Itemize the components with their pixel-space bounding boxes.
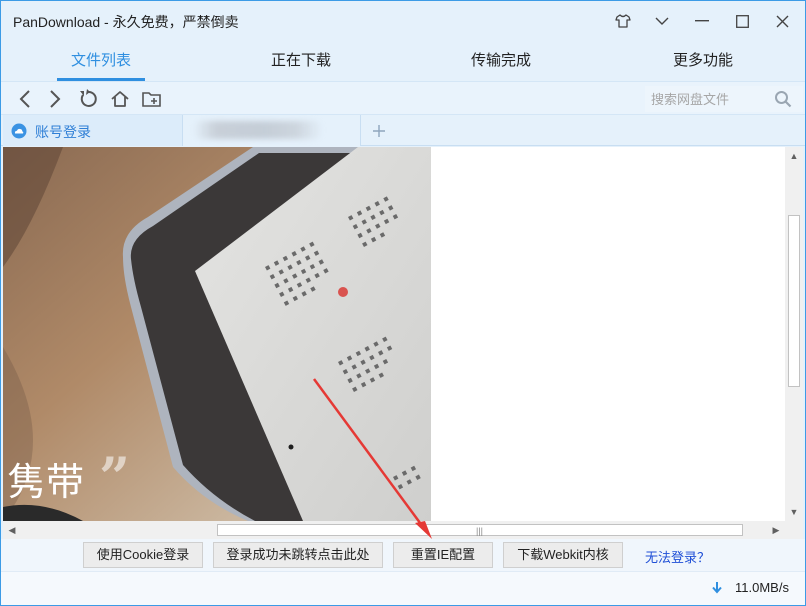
vertical-scrollbar[interactable]: ▲ ▼: [785, 147, 803, 521]
search-input[interactable]: [651, 89, 769, 109]
new-tab-plus-icon[interactable]: [365, 115, 393, 146]
banner-caption: 隽带: [7, 460, 86, 504]
scrollbar-corner: [785, 521, 803, 539]
reset-ie-button[interactable]: 重置IE配置: [393, 542, 493, 568]
tab-redacted[interactable]: [183, 115, 361, 146]
title-bar: PanDownload - 永久免费，严禁倒卖: [1, 1, 805, 41]
scroll-left-icon[interactable]: ◀: [5, 523, 19, 537]
main-tabs: 文件列表 正在下载 传输完成 更多功能: [1, 41, 805, 81]
scroll-up-icon[interactable]: ▲: [787, 149, 801, 163]
back-icon[interactable]: [13, 87, 37, 111]
window-title: PanDownload - 永久免费，严禁倒卖: [13, 14, 239, 30]
login-tab-label: 账号登录: [35, 124, 91, 140]
horizontal-scrollbar[interactable]: ◀ ||| ▶: [3, 521, 785, 539]
home-icon[interactable]: [108, 87, 132, 111]
forward-icon[interactable]: [43, 87, 67, 111]
cloud-icon: [11, 123, 27, 142]
cannot-login-link[interactable]: 无法登录？: [645, 547, 710, 566]
tab-more-features[interactable]: 更多功能: [603, 41, 803, 81]
scroll-right-icon[interactable]: ▶: [769, 523, 783, 537]
skin-icon[interactable]: [605, 7, 641, 35]
close-icon[interactable]: [764, 7, 800, 35]
tab-downloading[interactable]: 正在下载: [201, 41, 401, 81]
scroll-down-icon[interactable]: ▼: [787, 505, 801, 519]
download-webkit-button[interactable]: 下载Webkit内核: [503, 542, 623, 568]
vertical-scroll-thumb[interactable]: [788, 215, 800, 387]
browser-tabs: 账号登录: [1, 115, 805, 146]
login-banner-image: 隽带 ”: [3, 147, 431, 521]
download-speed: 11.0MB/s: [735, 580, 789, 595]
download-arrow-icon: [711, 581, 723, 598]
redacted-tab-title: [193, 121, 323, 139]
app-window: PanDownload - 永久免费，严禁倒卖 文件列表 正在下载 传输完成 更…: [0, 0, 806, 606]
search-box: [645, 86, 803, 112]
login-actions-bar: 使用Cookie登录 登录成功未跳转点击此处 重置IE配置 下载Webkit内核…: [1, 539, 805, 571]
new-folder-icon[interactable]: [140, 87, 164, 111]
redirect-fix-button[interactable]: 登录成功未跳转点击此处: [213, 542, 383, 568]
maximize-icon[interactable]: [724, 7, 760, 35]
search-icon[interactable]: [771, 88, 795, 110]
tab-account-login[interactable]: 账号登录: [3, 115, 183, 146]
horizontal-scroll-thumb[interactable]: |||: [217, 524, 743, 536]
toolbar: [1, 81, 805, 115]
login-webview: 隽带 ” ▲ ▼ ◀ ||| ▶: [3, 147, 803, 539]
quote-mark: ”: [99, 445, 131, 509]
status-bar: 11.0MB/s: [1, 571, 805, 605]
refresh-icon[interactable]: [76, 87, 100, 111]
grip-icon: |||: [476, 526, 484, 536]
cookie-login-button[interactable]: 使用Cookie登录: [83, 542, 203, 568]
minimize-icon[interactable]: [684, 7, 720, 35]
tab-file-list[interactable]: 文件列表: [1, 41, 201, 81]
tab-completed[interactable]: 传输完成: [401, 41, 601, 81]
dropdown-icon[interactable]: [644, 7, 680, 35]
